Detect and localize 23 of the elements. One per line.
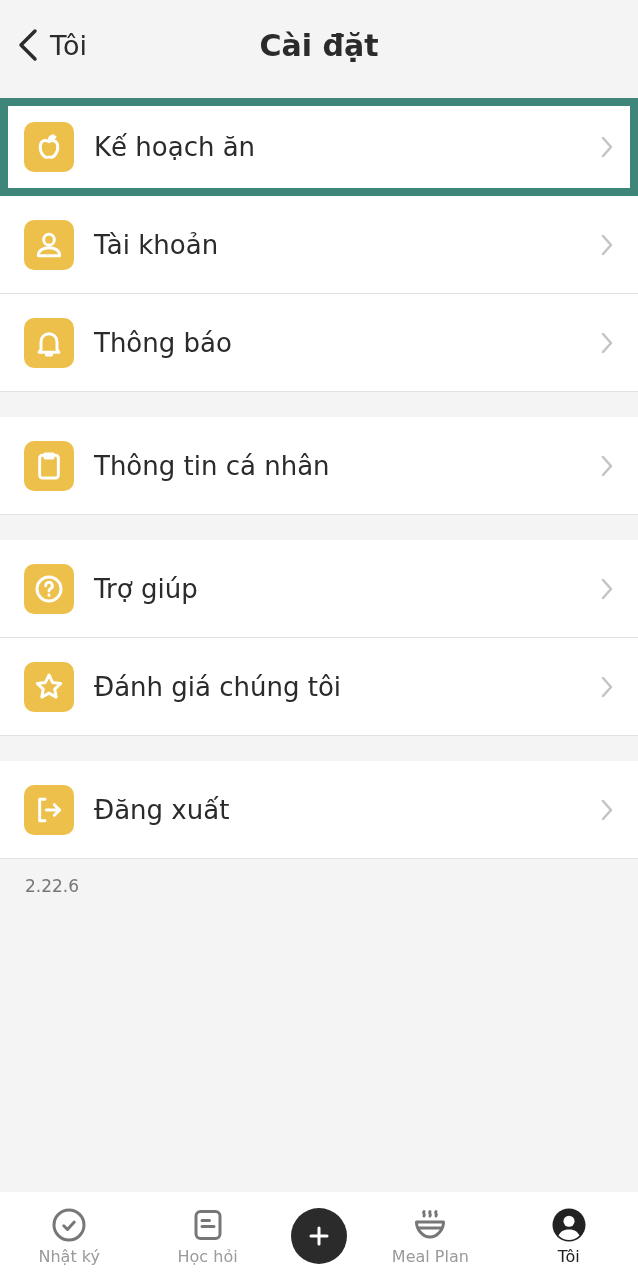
row-label: Thông tin cá nhân <box>94 450 331 481</box>
chevron-icon <box>600 674 614 699</box>
chevron-icon <box>600 453 614 478</box>
plus-icon <box>307 1225 330 1247</box>
chevron-icon <box>600 134 614 159</box>
check-circle-icon <box>51 1206 88 1243</box>
chevron-icon <box>600 797 614 822</box>
row-label: Thông báo <box>94 327 233 358</box>
row-label: Trợ giúp <box>94 573 199 604</box>
page-title: Cài đặt <box>259 27 379 63</box>
row-label: Kế hoạch ăn <box>94 131 257 162</box>
back-icon <box>18 28 38 62</box>
row-label: Đánh giá chúng tôi <box>94 671 343 702</box>
user-icon <box>550 1206 587 1243</box>
version-text: 2.22.6 <box>24 876 81 896</box>
row-label: Tài khoản <box>94 229 220 260</box>
chevron-icon <box>600 232 614 257</box>
chevron-icon <box>600 576 614 601</box>
chevron-icon <box>600 330 614 355</box>
tab-item[interactable]: Tôi <box>513 1206 624 1266</box>
back-button[interactable]: Tôi <box>18 28 87 62</box>
row-label: Đăng xuất <box>94 794 231 825</box>
highlighted-settings-row[interactable]: Kế hoạch ăn <box>0 98 638 196</box>
